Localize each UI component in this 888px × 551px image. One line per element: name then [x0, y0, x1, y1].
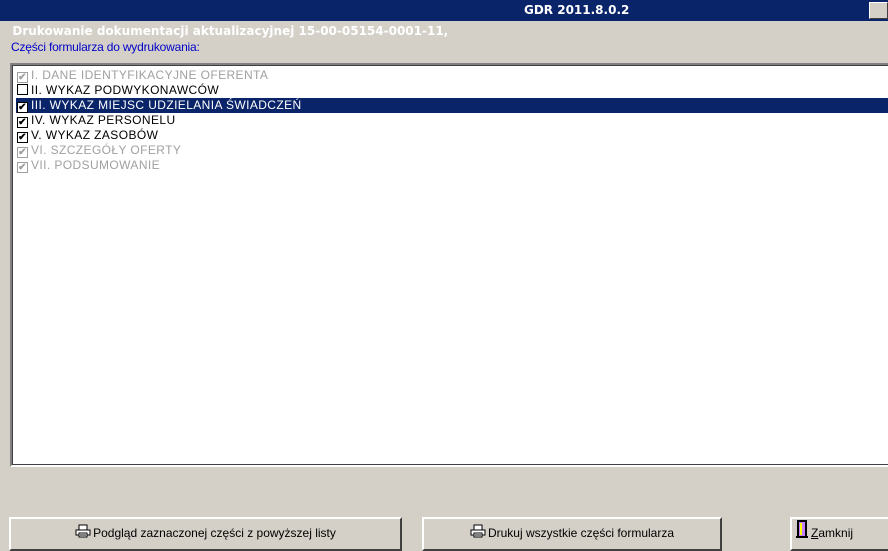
check-icon: ✔	[18, 117, 27, 128]
printer-icon	[470, 520, 486, 548]
list-item-label: I. DANE IDENTYFIKACYJNE OFERENTA	[31, 68, 269, 82]
form-parts-listbox[interactable]: ✔ I. DANE IDENTYFIKACYJNE OFERENTA II. WYK…	[10, 63, 888, 467]
checkbox[interactable]: ✔	[17, 102, 28, 113]
list-item: ✔ I. DANE IDENTYFIKACYJNE OFERENTA	[17, 68, 268, 83]
check-icon: ✔	[18, 102, 27, 113]
list-item: ✔ VI. SZCZEGÓŁY OFERTY	[17, 143, 181, 158]
list-item-label: II. WYKAZ PODWYKONAWCÓW	[31, 83, 220, 97]
list-item[interactable]: II. WYKAZ PODWYKONAWCÓW	[17, 83, 219, 98]
list-item[interactable]: ✔ V. WYKAZ ZASOBÓW	[17, 128, 158, 143]
check-icon: ✔	[18, 162, 27, 173]
list-item-label: V. WYKAZ ZASOBÓW	[31, 128, 159, 142]
door-exit-icon	[795, 519, 809, 549]
window-title-version: GDR 2011.8.0.2	[524, 3, 630, 17]
checkbox: ✔	[17, 72, 28, 83]
printer-icon	[75, 520, 91, 548]
preview-button-label: Podgląd zaznaczonej części z powyższej l…	[93, 526, 336, 540]
window-titlebar[interactable]: Drukowanie dokumentacji aktualizacyjnej …	[0, 0, 888, 38]
list-item[interactable]: ✔ III. WYKAZ MIEJSC UDZIELANIA ŚWIADCZEŃ	[17, 98, 302, 113]
close-button[interactable]: Zamknij	[790, 517, 888, 551]
check-icon: ✔	[18, 147, 27, 158]
checkbox: ✔	[17, 162, 28, 173]
window-close-button[interactable]: ×	[869, 2, 888, 19]
print-all-button[interactable]: Drukuj wszystkie części formularza	[422, 517, 722, 551]
list-item: ✔ VII. PODSUMOWANIE	[17, 158, 160, 173]
list-item-label: III. WYKAZ MIEJSC UDZIELANIA ŚWIADCZEŃ	[31, 98, 302, 112]
print-all-button-label: Drukuj wszystkie części formularza	[487, 526, 675, 540]
checkbox[interactable]	[17, 84, 28, 95]
list-item-label: IV. WYKAZ PERSONELU	[31, 113, 176, 127]
section-label: Części formularza do wydrukowania:	[11, 40, 200, 54]
window-title: Drukowanie dokumentacji aktualizacyjnej …	[12, 24, 449, 38]
check-icon: ✔	[18, 132, 27, 143]
checkbox: ✔	[17, 147, 28, 158]
list-item[interactable]: ✔ IV. WYKAZ PERSONELU	[17, 113, 176, 128]
list-item-label: VII. PODSUMOWANIE	[31, 158, 161, 172]
checkbox[interactable]: ✔	[17, 117, 28, 128]
list-item-label: VI. SZCZEGÓŁY OFERTY	[31, 143, 182, 157]
checkbox[interactable]: ✔	[17, 132, 28, 143]
check-icon: ✔	[18, 72, 27, 83]
preview-button[interactable]: Podgląd zaznaczonej części z powyższej l…	[9, 517, 402, 551]
close-button-label: amknij	[818, 526, 854, 541]
